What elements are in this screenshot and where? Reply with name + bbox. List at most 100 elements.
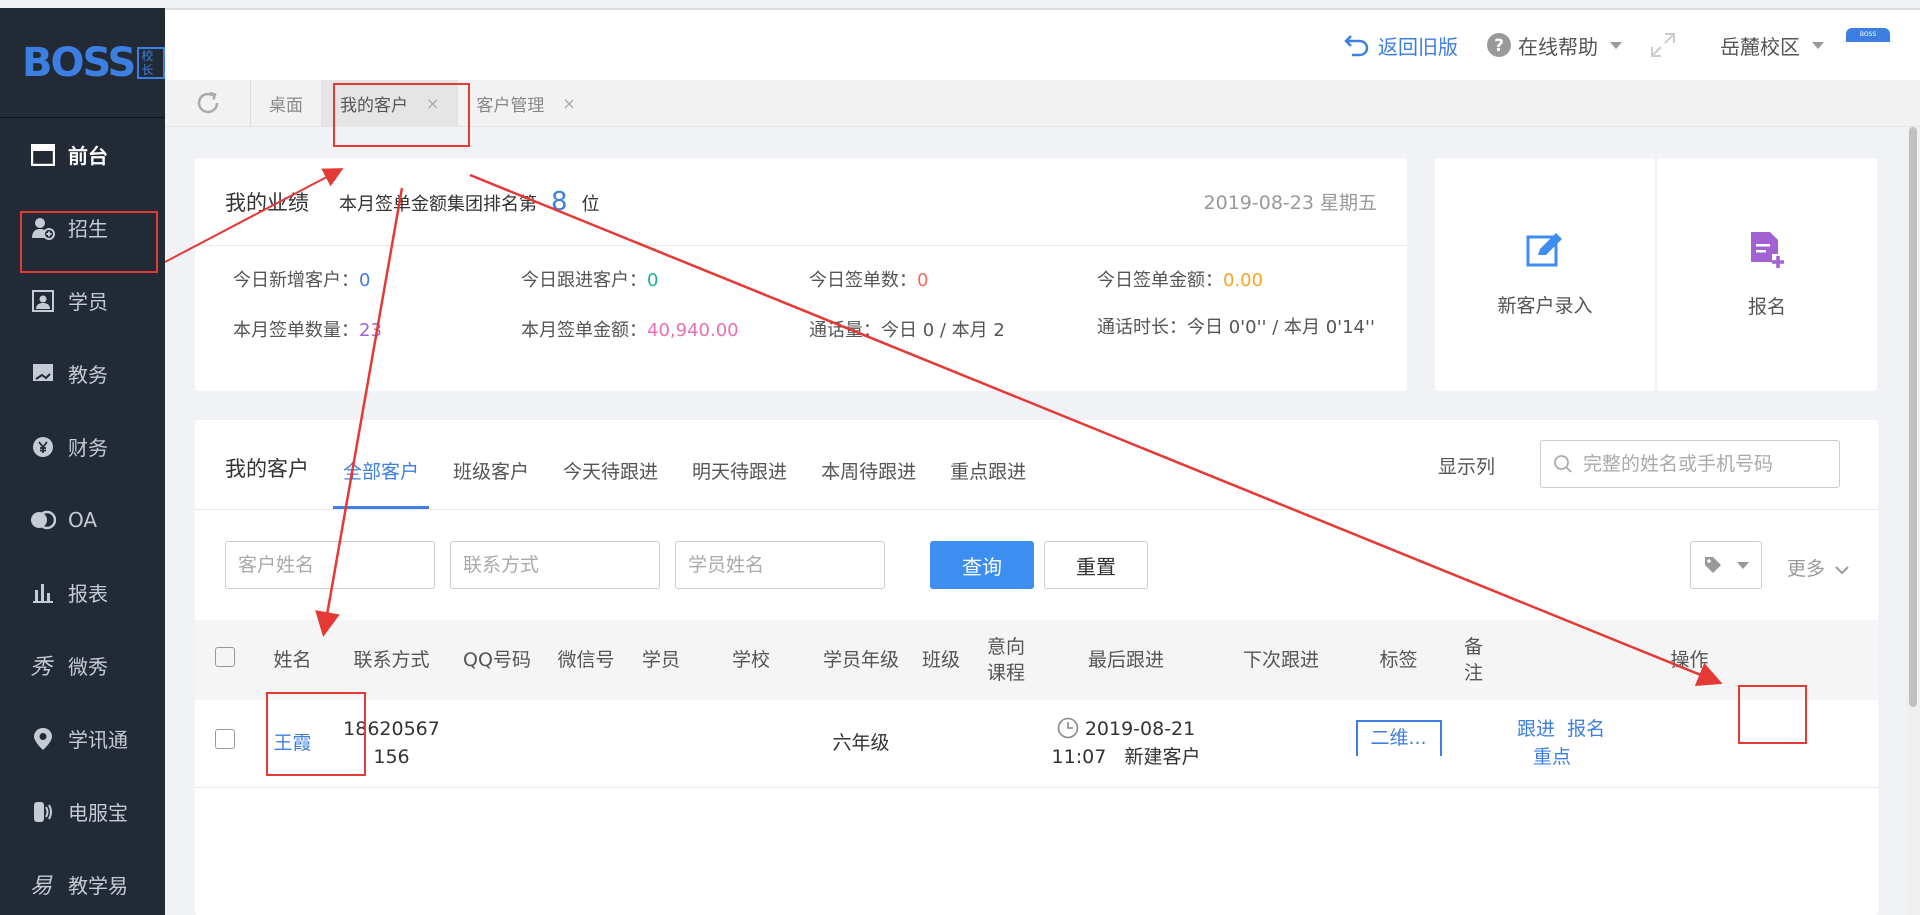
tab-all-customers[interactable]: 全部客户 — [333, 457, 430, 509]
contact-input[interactable] — [450, 541, 660, 589]
tab-customer-management[interactable]: 客户管理 × — [458, 80, 593, 126]
campus-label: 岳麓校区 — [1720, 34, 1800, 59]
school-cell — [691, 700, 811, 787]
last-follow-detail-line: 11:07 新建客户 — [1041, 743, 1211, 771]
refresh-button[interactable] — [165, 80, 251, 126]
table-row: 王霞 18620567156 六年级 2019-08-21 11:07 新建客户… — [195, 700, 1878, 787]
stat-month-orders: 本月签单数量：23 — [233, 320, 382, 341]
enroll-link[interactable]: 报名 — [1567, 718, 1605, 740]
sidebar-item-label: 电服宝 — [68, 801, 128, 825]
tag-dropdown[interactable] — [1690, 541, 1762, 589]
enroll-button[interactable]: 报名 — [1657, 158, 1877, 391]
sidebar-item-xuexuntong[interactable]: 学讯通 — [0, 702, 165, 775]
sidebar-item-label: 教学易 — [68, 874, 128, 898]
sidebar-item-students[interactable]: 学员 — [0, 264, 165, 337]
col-student: 学员 — [641, 649, 680, 671]
bar-chart-icon — [30, 580, 56, 606]
stat-month-amount: 本月签单金额：40,940.00 — [521, 320, 739, 341]
tab-label: 桌面 — [269, 95, 303, 116]
more-button[interactable]: 更多 — [1787, 554, 1849, 581]
col-last-follow: 最后跟进 — [1087, 649, 1164, 671]
tab-key-follow[interactable]: 重点跟进 — [940, 457, 1036, 509]
col-grade: 学员年级 — [822, 649, 899, 671]
next-follow-cell — [1211, 700, 1351, 787]
performance-stats: 今日新增客户：0 今日跟进客户：0 今日签单数：0 今日签单金额：0.00 本月… — [195, 246, 1407, 342]
close-icon[interactable]: × — [562, 94, 575, 113]
sidebar-item-label: 教务 — [68, 363, 108, 387]
tab-desktop[interactable]: 桌面 — [251, 80, 322, 126]
new-customer-button[interactable]: 新客户录入 — [1435, 158, 1655, 391]
yen-icon — [30, 434, 56, 460]
col-school: 学校 — [731, 649, 770, 671]
col-intended-course: 意向课程 — [987, 636, 1026, 684]
chevron-down-icon — [1835, 566, 1849, 575]
sidebar-item-label: 微秀 — [68, 655, 108, 679]
sidebar-item-jiaoxueyi[interactable]: 易 教学易 — [0, 848, 165, 915]
sidebar-item-dianfubao[interactable]: 电服宝 — [0, 775, 165, 848]
sidebar-item-academic[interactable]: 教务 — [0, 337, 165, 410]
mark-key-link[interactable]: 重点 — [1533, 746, 1571, 768]
rank-text: 本月签单金额集团排名第 8 位 — [339, 186, 600, 217]
reset-button[interactable]: 重置 — [1044, 541, 1148, 589]
performance-header: 我的业绩 本月签单金额集团排名第 8 位 2019-08-23 星期五 — [195, 158, 1407, 246]
help-icon: ? — [1487, 33, 1511, 57]
fullscreen-button[interactable] — [1650, 32, 1676, 58]
document-add-icon — [1751, 232, 1784, 268]
grade-cell: 六年级 — [811, 700, 911, 787]
sidebar-item-label: 报表 — [68, 582, 108, 606]
tag-icon — [1705, 557, 1721, 573]
chevron-down-icon — [1737, 561, 1749, 569]
logo-brand: BOSS — [22, 39, 136, 86]
chevron-down-icon — [1812, 41, 1824, 49]
tab-tomorrow-pending[interactable]: 明天待跟进 — [682, 457, 797, 509]
wechat-cell — [541, 700, 631, 787]
student-name-input[interactable] — [675, 541, 885, 589]
annotation-box-enrollment — [20, 211, 158, 273]
select-all-checkbox[interactable] — [215, 646, 235, 667]
sidebar-item-label: OA — [68, 507, 98, 532]
customers-card: 我的客户 全部客户 班级客户 今天待跟进 明天待跟进 本周待跟进 重点跟进 显示… — [195, 420, 1878, 915]
phone-icon — [30, 799, 56, 825]
sidebar-item-finance[interactable]: 财务 — [0, 410, 165, 483]
tag-button[interactable]: 二维... — [1355, 720, 1442, 756]
search-input[interactable] — [1583, 453, 1823, 475]
follow-up-link[interactable]: 跟进 — [1517, 718, 1555, 740]
sidebar-item-weixiu[interactable]: 秀 微秀 — [0, 629, 165, 702]
sidebar-item-oa[interactable]: OA — [0, 483, 165, 556]
customers-title: 我的客户 — [225, 457, 309, 481]
query-button[interactable]: 查询 — [930, 541, 1034, 589]
last-follow-time: 11:07 — [1051, 746, 1107, 769]
row-checkbox[interactable] — [215, 729, 235, 750]
svg-text:秀: 秀 — [30, 655, 54, 678]
location-icon — [30, 726, 56, 752]
customer-name-input[interactable] — [225, 541, 435, 589]
performance-card: 我的业绩 本月签单金额集团排名第 8 位 2019-08-23 星期五 今日新增… — [195, 158, 1407, 391]
sidebar-item-reports[interactable]: 报表 — [0, 556, 165, 629]
page-scrollbar-thumb[interactable] — [1909, 127, 1917, 707]
annotation-box-follow — [1738, 685, 1807, 744]
book-icon — [30, 361, 56, 387]
back-old-version-link[interactable]: 返回旧版 — [1344, 31, 1458, 60]
svg-text:易: 易 — [30, 874, 53, 897]
col-contact: 联系方式 — [353, 649, 430, 671]
campus-menu[interactable]: 岳麓校区 — [1720, 31, 1824, 60]
tab-today-pending[interactable]: 今天待跟进 — [553, 457, 668, 509]
col-qq: QQ号码 — [463, 649, 531, 671]
back-old-version-label: 返回旧版 — [1378, 34, 1458, 59]
online-help-menu[interactable]: ? 在线帮助 — [1486, 31, 1622, 60]
stat-call-duration: 通话时长：今日 0'0'' / 本月 0'14'' — [1097, 317, 1375, 338]
show-columns-button[interactable]: 显示列 — [1438, 452, 1495, 479]
col-wechat: 微信号 — [557, 649, 615, 671]
stat-today-orders: 今日签单数：0 — [809, 270, 929, 291]
sidebar-item-front-desk[interactable]: 前台 — [0, 118, 165, 191]
annotation-box-tab — [333, 83, 470, 147]
col-actions: 操作 — [1670, 649, 1709, 671]
tab-week-pending[interactable]: 本周待跟进 — [811, 457, 926, 509]
grade-value: 六年级 — [832, 732, 890, 755]
class-cell — [911, 700, 971, 787]
student-cell — [631, 700, 691, 787]
sidebar-item-label: 财务 — [68, 436, 108, 460]
expand-icon — [1651, 33, 1675, 57]
tab-class-customers[interactable]: 班级客户 — [443, 457, 539, 509]
last-follow-note: 新建客户 — [1124, 746, 1201, 769]
